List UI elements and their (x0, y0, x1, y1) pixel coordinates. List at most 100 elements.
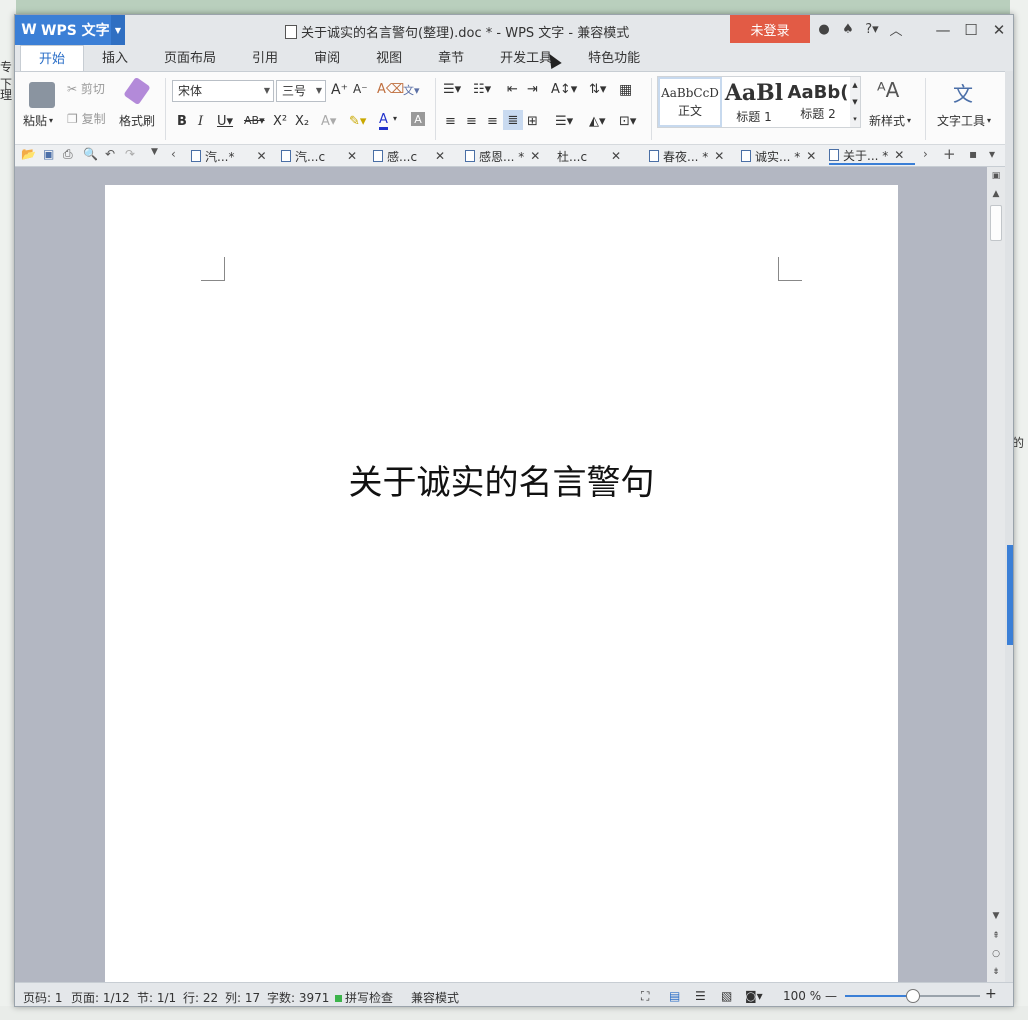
zoom-out-icon[interactable]: — (825, 989, 837, 1003)
more-icon[interactable]: ▾ (853, 115, 857, 123)
close-icon[interactable]: ✕ (806, 149, 816, 163)
underline-icon[interactable]: U▾ (217, 114, 233, 129)
highlight-icon[interactable]: ✎▾ (349, 114, 366, 129)
style-heading-1[interactable]: AaBl 标题 1 (722, 77, 786, 127)
paste-button[interactable]: 粘贴 ▾ (23, 112, 53, 129)
font-color-icon[interactable]: A (379, 112, 388, 130)
document-tab-active[interactable]: 关于... * ✕ (829, 147, 915, 165)
redo-icon[interactable]: ↷ (125, 147, 135, 161)
bold-icon[interactable]: B (177, 114, 187, 129)
open-icon[interactable]: 📂 (21, 147, 36, 161)
distributed-icon[interactable]: ⊞ (527, 114, 538, 129)
chevron-down-icon[interactable]: ▼ (852, 98, 857, 106)
zoom-value[interactable]: 100 % (783, 989, 821, 1003)
close-icon[interactable]: ✕ (714, 149, 724, 163)
tab-chapter[interactable]: 章节 (420, 45, 482, 71)
document-heading[interactable]: 关于诚实的名言警句 (105, 455, 898, 504)
split-view-icon[interactable]: ▣ (987, 169, 1005, 183)
font-name-select[interactable]: 宋体 ▼ (172, 80, 274, 102)
close-icon[interactable]: ✕ (530, 149, 540, 163)
tab-list-icon[interactable]: ▪ (969, 147, 977, 161)
tab-view[interactable]: 视图 (358, 45, 420, 71)
style-heading-2[interactable]: AaBb( 标题 2 (786, 77, 850, 127)
border-icon[interactable]: ⊡▾ (619, 114, 636, 129)
save-icon[interactable]: ▣ (43, 147, 54, 161)
scroll-up-icon[interactable]: ▲ (987, 187, 1005, 201)
style-gallery-scroll[interactable]: ▲ ▼ ▾ (850, 77, 860, 127)
browse-object-icon[interactable]: ○ (987, 947, 1005, 961)
zoom-in-icon[interactable]: + (985, 986, 997, 1002)
chevron-down-icon[interactable]: ▾ (393, 114, 397, 123)
chevron-left-icon[interactable]: ‹ (171, 147, 176, 161)
document-tab[interactable]: 杜...c ✕ (557, 147, 621, 165)
document-page[interactable]: 关于诚实的名言警句 (105, 185, 898, 982)
format-painter-button[interactable]: 格式刷 (119, 112, 155, 129)
character-shading-icon[interactable]: A (411, 112, 425, 126)
settings-icon[interactable]: ▾ (989, 147, 995, 161)
new-style-icon[interactable]: ᴬA (877, 78, 899, 102)
tab-insert[interactable]: 插入 (84, 45, 146, 71)
print-icon[interactable]: ⎙ (63, 147, 73, 162)
superscript-icon[interactable]: X² (273, 114, 287, 129)
document-tab[interactable]: 诚实... * ✕ (741, 147, 816, 165)
tab-page-layout[interactable]: 页面布局 (146, 45, 234, 71)
text-direction-icon[interactable]: A↕▾ (551, 82, 577, 97)
format-painter-icon[interactable] (123, 76, 151, 106)
increase-indent-icon[interactable]: ⇥ (527, 82, 538, 97)
clear-format-icon[interactable]: A⌫ (377, 82, 404, 97)
text-effect-icon[interactable]: A▾ (321, 114, 336, 129)
app-menu-button[interactable]: W WPS 文字 ▼ (15, 15, 125, 45)
chevron-right-icon[interactable]: › (923, 147, 928, 161)
align-right-icon[interactable]: ≡ (487, 114, 498, 129)
zoom-slider-handle[interactable] (905, 989, 920, 1003)
skin-icon[interactable]: ♠ (839, 19, 857, 39)
scroll-down-icon[interactable]: ▼ (987, 909, 1005, 923)
close-icon[interactable]: ✕ (611, 149, 621, 163)
cloud-icon[interactable]: ● (815, 19, 833, 39)
document-tab[interactable]: 感恩... * ✕ (465, 147, 540, 165)
line-spacing-icon[interactable]: ☰▾ (555, 114, 573, 129)
status-pages[interactable]: 页面: 1/12 (71, 989, 130, 1006)
close-icon[interactable]: ✕ (256, 149, 266, 163)
shading-icon[interactable]: ◭▾ (589, 114, 606, 129)
print-preview-icon[interactable]: 🔍 (83, 147, 98, 161)
web-view-icon[interactable]: ▧ (721, 989, 732, 1003)
text-tools-icon[interactable]: 文 (953, 78, 973, 107)
shrink-font-icon[interactable]: A⁻ (353, 82, 368, 96)
focus-mode-icon[interactable]: ⛶ (641, 989, 649, 1004)
subscript-icon[interactable]: X₂ (295, 114, 309, 129)
next-page-icon[interactable]: ⇟ (987, 965, 1005, 979)
copy-button[interactable]: ❐ 复制 (67, 110, 106, 127)
font-size-select[interactable]: 三号 ▼ (276, 80, 326, 102)
reading-mode-icon[interactable]: ◙▾ (745, 989, 763, 1003)
style-normal[interactable]: AaBbCcD 正文 (658, 77, 722, 127)
text-tools-button[interactable]: 文字工具 ▾ (937, 112, 991, 129)
side-panel-toggle[interactable] (1007, 545, 1013, 645)
chevron-down-icon[interactable]: ▼ (111, 15, 125, 45)
strikethrough-icon[interactable]: AB▾ (244, 114, 265, 127)
close-icon[interactable]: ✕ (894, 148, 904, 162)
align-center-icon[interactable]: ≡ (466, 114, 477, 129)
close-icon[interactable]: ✕ (985, 15, 1013, 45)
document-tab[interactable]: 感...c ✕ (373, 147, 445, 165)
scrollbar-thumb[interactable] (990, 205, 1002, 241)
decrease-indent-icon[interactable]: ⇤ (507, 82, 518, 97)
tab-references[interactable]: 引用 (234, 45, 296, 71)
justify-icon[interactable]: ≣ (503, 110, 523, 130)
table-border-icon[interactable]: ▦ (619, 82, 632, 98)
document-tab[interactable]: 汽...* ✕ (191, 147, 267, 165)
cut-button[interactable]: ✂ 剪切 (67, 80, 105, 97)
new-tab-icon[interactable]: + (943, 145, 956, 163)
minimize-icon[interactable]: — (929, 15, 957, 45)
bullet-list-icon[interactable]: ☰▾ (443, 82, 461, 97)
sort-icon[interactable]: ⇅▾ (589, 82, 606, 97)
spell-check-button[interactable]: 拼写检查 (335, 989, 393, 1006)
undo-icon[interactable]: ↶ (105, 147, 115, 161)
tab-home[interactable]: 开始 (20, 45, 85, 71)
numbered-list-icon[interactable]: ☷▾ (473, 82, 491, 97)
close-icon[interactable]: ✕ (435, 149, 445, 163)
close-icon[interactable]: ✕ (347, 149, 357, 163)
vertical-scrollbar[interactable]: ▣ ▲ ▼ ⇞ ○ ⇟ (987, 167, 1005, 982)
chevron-down-icon[interactable]: ▼ (151, 147, 158, 157)
align-left-icon[interactable]: ≡ (445, 114, 456, 129)
